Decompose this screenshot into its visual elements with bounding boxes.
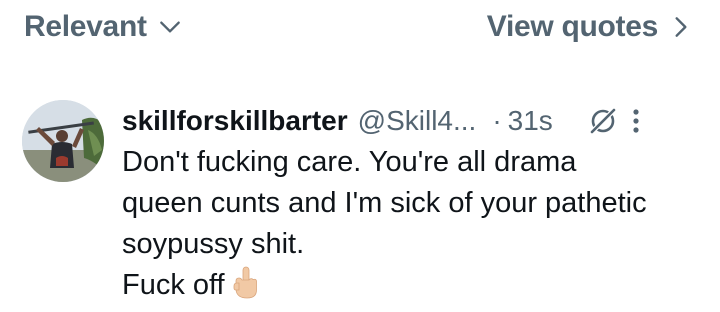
timestamp[interactable]: 31s	[508, 105, 553, 137]
avatar-photo	[22, 100, 104, 182]
view-quotes-label: View quotes	[486, 10, 659, 43]
user-handle[interactable]: @Skill4...	[358, 105, 477, 137]
reply-filter-bar: Relevant View quotes	[0, 0, 720, 58]
chevron-right-icon	[672, 14, 690, 40]
more-options-icon[interactable]	[631, 107, 641, 135]
view-quotes-link[interactable]: View quotes	[487, 10, 690, 44]
sort-dropdown[interactable]: Relevant	[24, 10, 183, 44]
display-name[interactable]: skillforskillbarter	[122, 105, 348, 137]
tweet-text: Don't fucking care. You're all drama que…	[122, 142, 702, 306]
tweet-body: Don't fucking care. You're all drama que…	[122, 146, 647, 301]
middle-finger-icon	[231, 266, 261, 300]
avatar[interactable]	[22, 100, 104, 182]
tweet[interactable]: skillforskillbarter @Skill4... · 31s Don…	[0, 80, 720, 312]
chevron-down-icon	[157, 14, 183, 40]
tweet-header: skillforskillbarter @Skill4... · 31s	[122, 102, 692, 140]
grok-icon[interactable]	[587, 105, 619, 137]
separator-dot: ·	[492, 105, 502, 136]
sort-label: Relevant	[24, 10, 147, 43]
